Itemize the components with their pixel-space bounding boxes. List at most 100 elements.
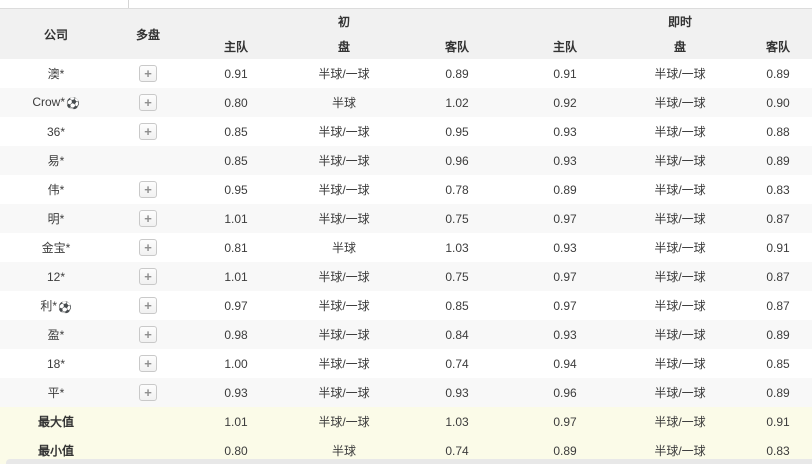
expand-multi-button[interactable]: + (139, 384, 157, 401)
live-handicap: 半球/一球 (616, 407, 744, 436)
expand-multi-button[interactable]: + (139, 268, 157, 285)
col-header-initial-pan-label: 盘 (337, 40, 350, 54)
multi-cell: + (112, 233, 184, 262)
initial-home-odds: 0.98 (184, 320, 288, 349)
multi-cell (112, 407, 184, 436)
initial-handicap: 半球/一球 (288, 262, 400, 291)
col-header-initial-home-label: 主队 (223, 40, 248, 54)
multi-cell: + (112, 175, 184, 204)
col-header-company: 公司 (0, 8, 112, 59)
col-header-live-away: 客队 (744, 8, 812, 59)
expand-multi-button[interactable]: + (139, 210, 157, 227)
live-away-odds: 0.90 (744, 88, 812, 117)
initial-handicap: 半球/一球 (318, 299, 370, 313)
initial-away-odds: 0.89 (445, 66, 469, 81)
table-row: 金宝* +0.81 半球 1.03 0.93 半球/一球 0.91 (0, 233, 812, 262)
initial-home-odds: 0.81 (224, 240, 248, 255)
live-away-odds: 0.87 (744, 262, 812, 291)
multi-cell: + (112, 349, 184, 378)
live-handicap: 半球/一球 (616, 204, 744, 233)
table-row: 平* +0.93 半球/一球 0.93 0.96 半球/一球 0.89 (0, 378, 812, 407)
live-away-odds: 0.89 (744, 146, 812, 175)
company-cell: 盈* (0, 320, 112, 349)
odds-comparison-page: 公司 多盘 主队 初 盘 客队 主队 即时 盘 客队 澳* + 0.91 半球/… (0, 0, 812, 464)
col-header-multi-label: 多盘 (135, 27, 160, 42)
live-handicap: 半球/一球 (616, 320, 744, 349)
initial-group-label: 初 (337, 15, 350, 29)
initial-away-odds: 0.93 (400, 378, 514, 407)
live-home-odds: 0.93 (514, 320, 616, 349)
live-home-odds: 0.97 (514, 262, 616, 291)
company-cell: 易* (0, 146, 112, 175)
col-header-multi: 多盘 (112, 8, 184, 59)
col-header-live-pan-label: 盘 (673, 40, 686, 54)
table-row: Crow*⚽ +0.80 半球 1.02 0.92 半球/一球 0.90 (0, 88, 812, 117)
expand-multi-button[interactable]: + (139, 181, 157, 198)
expand-multi-button[interactable]: + (139, 355, 157, 372)
company-cell: 12* (0, 262, 112, 291)
live-away-odds: 0.87 (766, 298, 790, 313)
live-away-odds: 0.87 (744, 204, 812, 233)
initial-home-odds: 1.00 (224, 356, 248, 371)
col-header-initial-away: 客队 (400, 8, 514, 59)
multi-cell: + (112, 320, 184, 349)
summary-label: 最大值 (0, 407, 112, 436)
live-handicap: 半球/一球 (654, 299, 706, 313)
live-handicap: 半球/一球 (654, 357, 706, 371)
company-cell: 明* (0, 204, 112, 233)
table-row: 澳* +0.91 半球/一球 0.89 0.91 半球/一球 0.89 (0, 59, 812, 88)
initial-away-odds: 0.84 (400, 320, 514, 349)
live-home-odds: 0.97 (553, 298, 577, 313)
expand-multi-button[interactable]: + (139, 123, 157, 140)
col-header-live-home-label: 主队 (552, 40, 577, 54)
multi-cell: + (112, 88, 184, 117)
company-cell: 伟* (47, 183, 65, 197)
table-row: 36* +0.85 半球/一球 0.95 0.93 半球/一球 0.88 (0, 117, 812, 146)
live-home-odds: 0.94 (553, 356, 577, 371)
initial-away-odds: 0.85 (445, 298, 469, 313)
live-handicap: 半球/一球 (616, 378, 744, 407)
initial-away-odds: 1.02 (400, 88, 514, 117)
col-header-live-away-label: 客队 (765, 40, 790, 54)
col-header-company-label: 公司 (43, 27, 68, 42)
initial-handicap: 半球/一球 (288, 407, 400, 436)
live-away-odds: 0.88 (766, 124, 790, 139)
odds-table: 公司 多盘 主队 初 盘 客队 主队 即时 盘 客队 澳* + 0.91 半球/… (0, 8, 812, 464)
table-header: 公司 多盘 主队 初 盘 客队 主队 即时 盘 客队 (0, 8, 812, 59)
initial-handicap: 半球/一球 (318, 67, 370, 81)
expand-multi-button[interactable]: + (139, 297, 157, 314)
live-group-label: 即时 (667, 15, 692, 29)
company-cell: 平* (0, 378, 112, 407)
live-home-odds: 0.89 (553, 182, 577, 197)
multi-cell (112, 146, 184, 175)
initial-away-odds: 1.03 (400, 407, 514, 436)
live-away-odds: 0.91 (766, 240, 790, 255)
table-row: 易* 0.85 半球/一球 0.96 0.93 半球/一球 0.89 (0, 146, 812, 175)
initial-home-odds: 1.01 (184, 407, 288, 436)
initial-home-odds: 1.01 (184, 204, 288, 233)
table-row: 利*⚽ +0.97 半球/一球 0.85 0.97 半球/一球 0.87 (0, 291, 812, 320)
initial-home-odds: 0.85 (224, 124, 248, 139)
initial-away-odds: 0.95 (445, 124, 469, 139)
expand-multi-button[interactable]: + (139, 239, 157, 256)
initial-home-odds: 0.85 (184, 146, 288, 175)
expand-multi-button[interactable]: + (139, 65, 157, 82)
table-row: 盈* +0.98 半球/一球 0.84 0.93 半球/一球 0.89 (0, 320, 812, 349)
multi-cell: + (112, 117, 184, 146)
expand-multi-button[interactable]: + (139, 326, 157, 343)
initial-home-odds: 0.91 (224, 66, 248, 81)
expand-multi-button[interactable]: + (139, 94, 157, 111)
bottom-panel-edge (6, 459, 812, 464)
initial-away-odds: 0.74 (445, 356, 469, 371)
initial-handicap: 半球/一球 (318, 183, 370, 197)
football-icon: ⚽ (65, 98, 80, 110)
live-away-odds: 0.89 (766, 66, 790, 81)
multi-cell: + (112, 378, 184, 407)
football-icon: ⚽ (57, 302, 72, 314)
multi-cell: + (112, 204, 184, 233)
live-away-odds: 0.91 (744, 407, 812, 436)
company-cell: 利*⚽ (40, 299, 72, 314)
initial-home-odds: 0.95 (224, 182, 248, 197)
